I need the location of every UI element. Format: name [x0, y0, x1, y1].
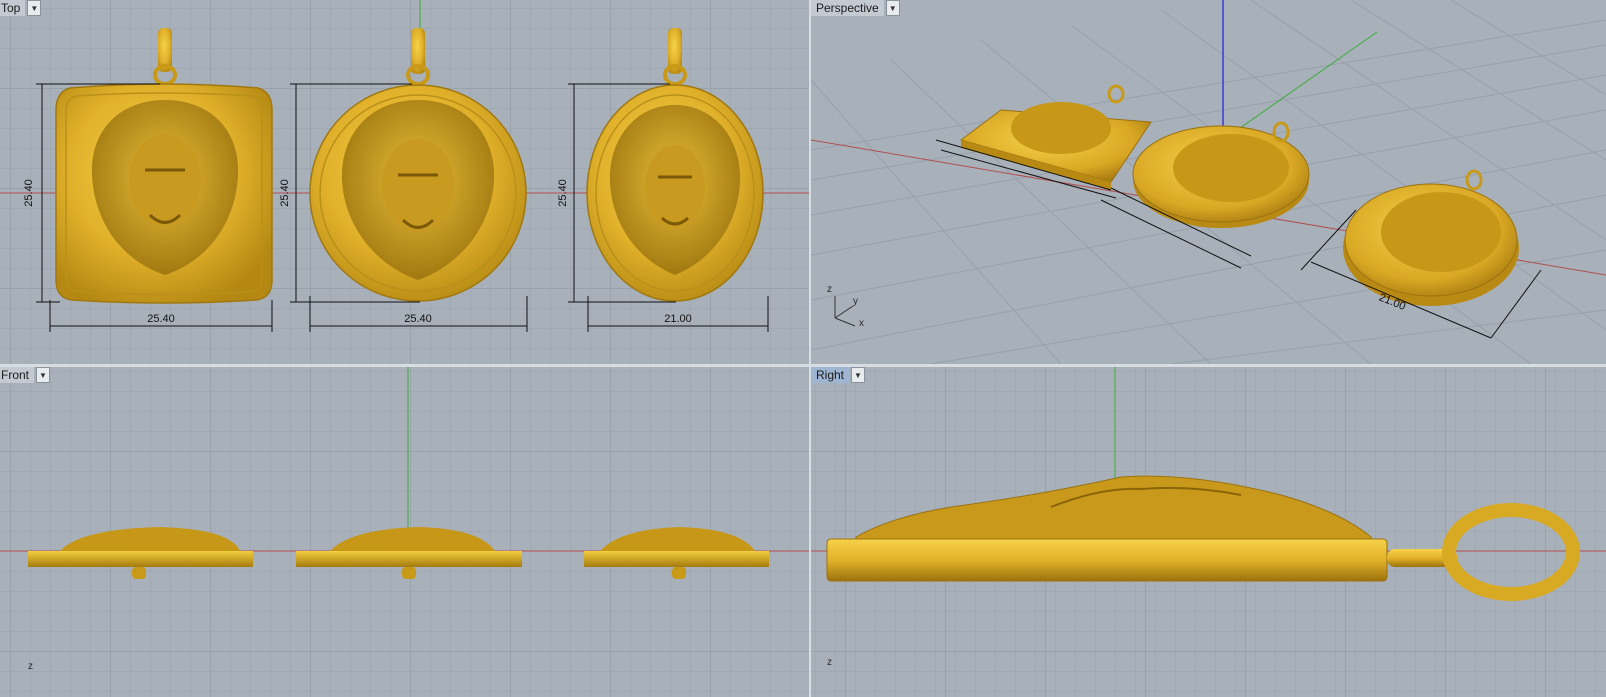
dim-round-height: 25.40 [279, 179, 291, 207]
viewport-title-label: Front [0, 367, 35, 383]
viewport-title-label: Top [0, 0, 26, 16]
axis-gizmo: z y x [827, 284, 877, 341]
dim-round-width: 25.40 [404, 313, 432, 325]
axis-label-y: y [853, 296, 858, 307]
dim-square-height: 25.40 [23, 179, 35, 207]
viewport-front[interactable]: Front ▼ z [0, 367, 809, 697]
viewport-title-perspective[interactable]: Perspective ▼ [811, 0, 900, 16]
dim-oval-height: 25.40 [557, 179, 569, 207]
viewport-top[interactable]: Top ▼ 25.40 25.40 25.40 25.40 25.40 21.0… [0, 0, 809, 364]
viewport-title-label: Perspective [811, 0, 884, 16]
chevron-down-icon[interactable]: ▼ [851, 367, 866, 383]
viewport-title-label: Right [811, 367, 850, 383]
right-view-canvas [811, 367, 1606, 697]
axis-label-x: x [859, 318, 864, 329]
viewport-perspective[interactable]: Perspective ▼ 21.00 z y x [811, 0, 1606, 364]
front-view-canvas [0, 367, 809, 697]
axis-label-z: z [28, 661, 33, 672]
viewport-title-front[interactable]: Front ▼ [0, 367, 51, 383]
viewport-title-top[interactable]: Top ▼ [0, 0, 42, 16]
chevron-down-icon[interactable]: ▼ [885, 0, 900, 16]
chevron-down-icon[interactable]: ▼ [36, 367, 51, 383]
viewport-title-right[interactable]: Right ▼ [811, 367, 866, 383]
viewport-right[interactable]: Right ▼ z [811, 367, 1606, 697]
chevron-down-icon[interactable]: ▼ [27, 0, 42, 16]
top-view-canvas: 25.40 25.40 25.40 25.40 25.40 21.00 [0, 0, 809, 364]
perspective-view-canvas: 21.00 [811, 0, 1606, 364]
dim-square-width: 25.40 [147, 313, 175, 325]
axis-label-z: z [827, 657, 832, 668]
axis-label-z: z [827, 284, 832, 295]
dim-oval-width: 21.00 [664, 313, 692, 325]
